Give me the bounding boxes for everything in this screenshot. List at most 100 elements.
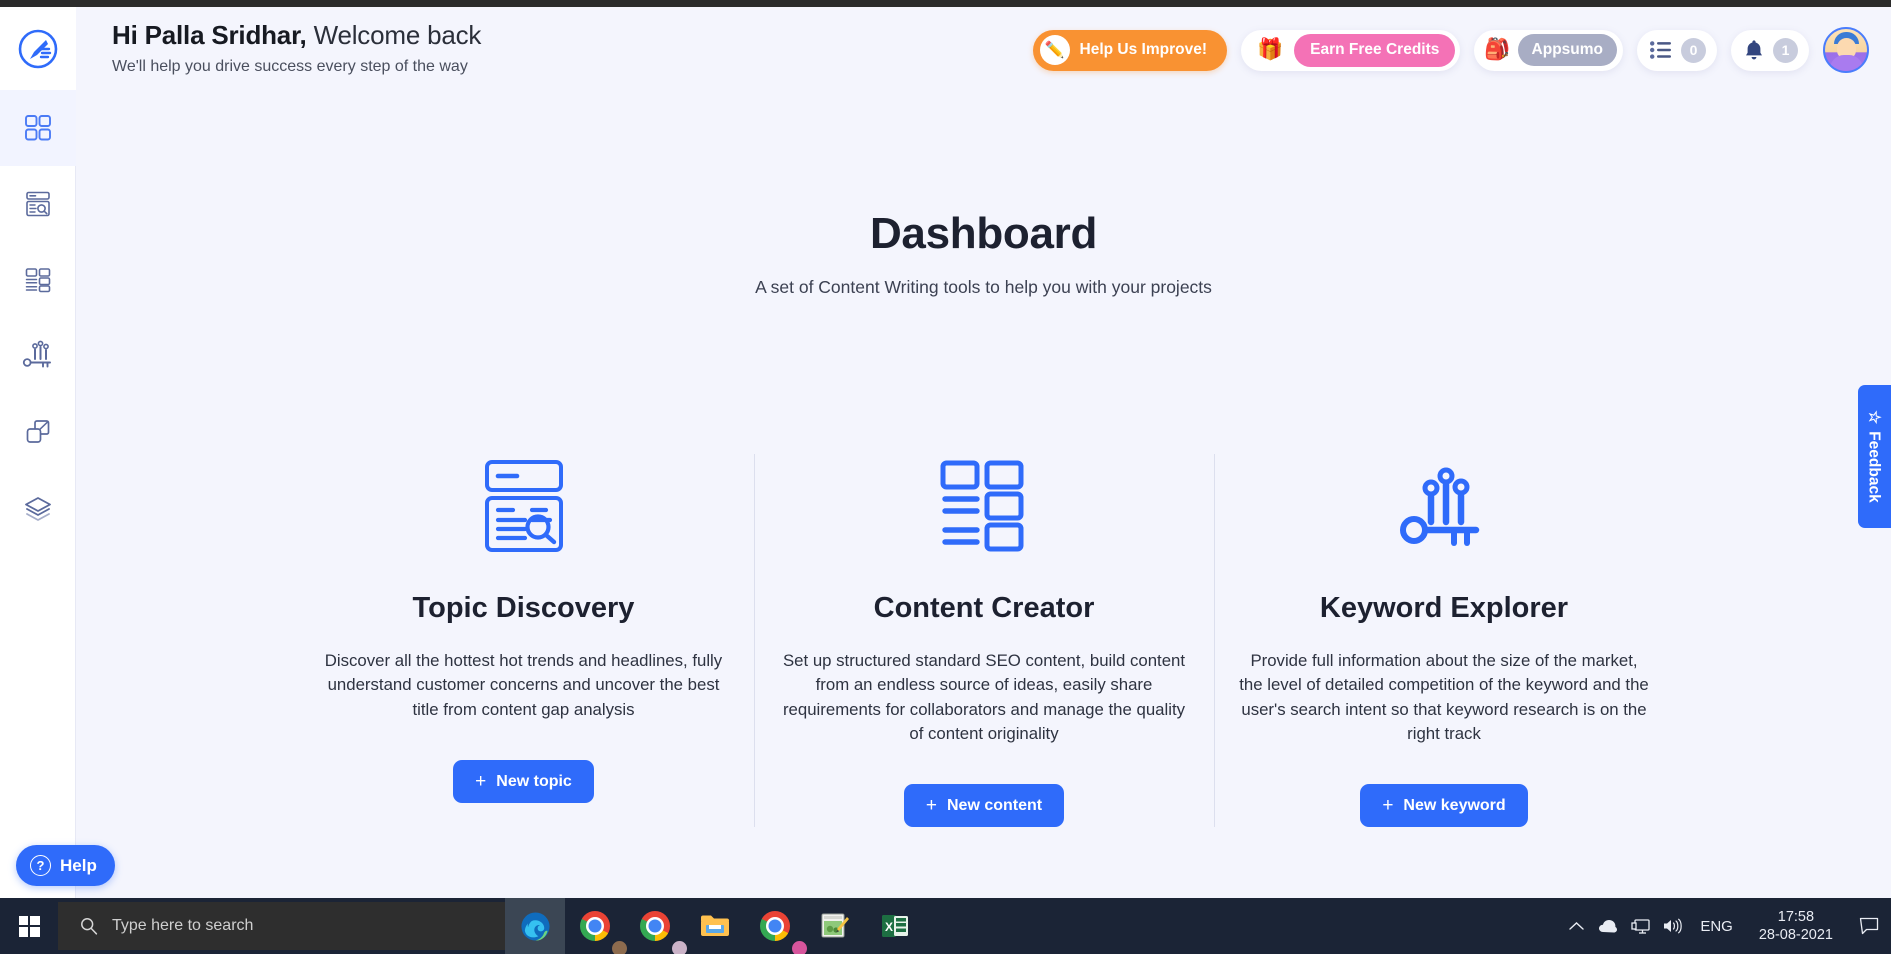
avatar-body — [1830, 55, 1863, 71]
notifications-count: 1 — [1773, 37, 1798, 63]
earn-free-credits-label: Earn Free Credits — [1294, 33, 1456, 67]
layout-blocks-icon — [25, 268, 51, 293]
backpack-icon: 🎒 — [1484, 38, 1511, 61]
help-us-improve-button[interactable]: ✏️ Help Us Improve! — [1032, 29, 1227, 71]
taskbar-search-placeholder: Type here to search — [112, 917, 254, 934]
sidebar-item-keyword-explorer[interactable] — [0, 318, 76, 394]
tool-cards: Topic Discovery Discover all the hottest… — [294, 454, 1674, 828]
card-content-creator-description: Set up structured standard SEO content, … — [782, 651, 1186, 744]
sidebar-item-content-creator[interactable] — [0, 242, 76, 318]
card-topic-discovery-title: Topic Discovery — [412, 592, 635, 624]
page-title: Dashboard — [869, 209, 1098, 258]
tasks-button[interactable]: 0 — [1637, 29, 1717, 71]
greeting-block: Hi Palla Sridhar, Welcome back We'll hel… — [112, 20, 481, 76]
sidebar-item-layers[interactable] — [0, 470, 76, 546]
layout-blocks-icon — [940, 460, 1024, 552]
card-topic-discovery: Topic Discovery Discover all the hottest… — [294, 454, 754, 827]
bell-icon — [1746, 40, 1762, 60]
new-topic-button[interactable]: + New topic — [453, 760, 594, 804]
folder-icon — [701, 915, 729, 936]
chevron-up-icon[interactable] — [1560, 898, 1592, 954]
card-content-creator-title: Content Creator — [873, 592, 1095, 624]
taskbar-app-chrome-profile-1[interactable] — [565, 898, 628, 954]
card-topic-discovery-icon-wrap — [480, 454, 568, 558]
chrome-icon — [760, 911, 790, 941]
page-subtitle: A set of Content Writing tools to help y… — [755, 277, 1212, 297]
left-sidebar — [0, 7, 76, 931]
document-search-icon — [26, 191, 50, 217]
avatar[interactable] — [1823, 27, 1869, 73]
main-content: Dashboard A set of Content Writing tools… — [76, 99, 1891, 931]
new-keyword-button[interactable]: + New keyword — [1360, 784, 1528, 828]
help-button-label: Help — [60, 855, 97, 875]
taskbar-app-paint[interactable] — [805, 898, 865, 954]
greeting-title: Hi Palla Sridhar, Welcome back — [112, 20, 481, 51]
key-bars-icon — [1400, 467, 1480, 546]
greeting-subtitle: We'll help you drive success every step … — [112, 58, 468, 75]
grid-squares-icon — [25, 115, 51, 141]
plan-label: Appsumo — [1517, 34, 1617, 66]
card-topic-discovery-description: Discover all the hottest hot trends and … — [324, 651, 723, 719]
action-center-button[interactable] — [1847, 898, 1891, 954]
document-search-icon — [484, 460, 563, 552]
star-icon: ☆ — [1866, 410, 1884, 425]
card-content-creator-icon-wrap — [939, 454, 1029, 558]
taskbar-app-microsoft-edge[interactable] — [505, 898, 565, 954]
overlap-squares-icon — [26, 420, 50, 443]
app-root: ? Help Hi Palla Sridhar, Welcome back We… — [0, 0, 1891, 954]
svg-text:X: X — [885, 920, 893, 934]
plus-icon: + — [1382, 795, 1394, 817]
card-content-creator: Content Creator Set up structured standa… — [753, 454, 1214, 828]
feather-pen-logo-icon — [18, 29, 58, 68]
speaker-icon[interactable] — [1656, 898, 1688, 954]
system-tray: ENG 17:58 28-08-2021 — [1560, 898, 1891, 954]
new-content-button[interactable]: + New content — [903, 784, 1065, 828]
card-keyword-explorer-description: Provide full information about the size … — [1239, 651, 1649, 744]
notifications-button[interactable]: 1 — [1731, 29, 1809, 71]
chrome-icon — [580, 911, 610, 941]
taskbar-app-chrome-profile-2[interactable] — [625, 898, 688, 954]
plus-icon: + — [925, 795, 937, 817]
new-topic-button-label: New topic — [496, 772, 572, 790]
feedback-tab[interactable]: ☆ Feedback — [1858, 385, 1891, 528]
plus-icon: + — [475, 771, 487, 793]
card-keyword-explorer: Keyword Explorer Provide full informatio… — [1213, 454, 1674, 828]
header-actions: ✏️ Help Us Improve! 🎁 Earn Free Credits … — [1032, 27, 1869, 73]
clock[interactable]: 17:58 28-08-2021 — [1745, 908, 1847, 944]
cloud-icon[interactable] — [1592, 898, 1624, 954]
taskbar-app-excel[interactable]: X — [865, 898, 925, 954]
new-content-button-label: New content — [946, 796, 1043, 814]
taskbar-app-chrome-profile-3[interactable] — [745, 898, 808, 954]
app-logo[interactable] — [0, 7, 76, 90]
layers-stack-icon — [25, 497, 51, 521]
plan-button[interactable]: 🎒 Appsumo — [1474, 29, 1623, 71]
taskbar-app-file-explorer[interactable] — [685, 898, 745, 954]
greeting-rest: Welcome back — [306, 20, 482, 50]
pencil-icon: ✏️ — [1039, 35, 1070, 65]
browser-chrome-strip — [0, 0, 1891, 7]
list-icon — [1650, 41, 1671, 59]
help-button[interactable]: ? Help — [16, 845, 115, 886]
speech-bubble-icon — [1859, 917, 1879, 935]
sidebar-item-topic-discovery[interactable] — [0, 166, 76, 242]
magnifier-icon — [81, 918, 98, 935]
card-keyword-explorer-title: Keyword Explorer — [1319, 592, 1569, 624]
gift-icon: 🎁 — [1257, 38, 1284, 61]
tasks-count: 0 — [1681, 37, 1706, 63]
feedback-tab-label: Feedback — [1866, 431, 1884, 503]
taskbar-search-input[interactable]: Type here to search — [58, 902, 505, 950]
monitor-icon[interactable] — [1624, 898, 1656, 954]
card-keyword-explorer-icon-wrap — [1396, 454, 1492, 558]
start-button[interactable] — [0, 898, 58, 954]
paint-icon — [821, 913, 849, 938]
clock-date: 28-08-2021 — [1758, 927, 1833, 943]
sidebar-item-dashboard[interactable] — [0, 90, 76, 166]
sidebar-item-integrations[interactable] — [0, 394, 76, 470]
clock-time: 17:58 — [1777, 908, 1815, 925]
taskbar-apps: X — [505, 898, 925, 954]
excel-icon: X — [882, 915, 908, 937]
language-indicator[interactable]: ENG — [1688, 918, 1745, 935]
earn-free-credits-button[interactable]: 🎁 Earn Free Credits — [1241, 29, 1461, 71]
greeting-name: Hi Palla Sridhar, — [112, 20, 307, 50]
windows-logo-icon — [18, 915, 40, 937]
